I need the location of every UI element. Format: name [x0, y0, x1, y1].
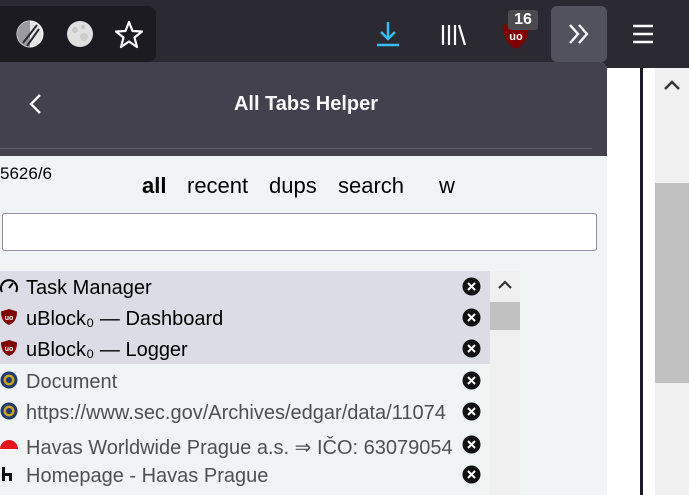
ublock-shield-icon: uo	[0, 308, 18, 326]
nav-all[interactable]: all	[142, 173, 166, 199]
star-bookmark-icon[interactable]	[113, 19, 145, 51]
sec-seal-icon	[0, 402, 18, 420]
tab-count: 5626/6	[0, 164, 52, 183]
tab-title: uBlock₀ — Logger	[26, 339, 188, 361]
tab-title: Document	[26, 371, 118, 393]
list-item[interactable]: uo uBlock₀ — Dashboard	[0, 302, 490, 333]
tab-title: Havas Worldwide Prague a.s. ⇒ IČO: 63079…	[26, 437, 453, 459]
close-icon[interactable]	[462, 465, 481, 484]
moon-globe-icon[interactable]	[64, 18, 96, 50]
privacy-mask-icon[interactable]	[14, 18, 46, 50]
panel-header: All Tabs Helper	[0, 62, 607, 156]
tab-title: https://www.sec.gov/Archives/edgar/data/…	[26, 402, 446, 424]
close-icon[interactable]	[462, 339, 481, 358]
close-icon[interactable]	[462, 435, 481, 454]
search-input[interactable]	[2, 213, 597, 251]
page-scroll-up-icon[interactable]	[658, 72, 686, 100]
hamburger-menu-icon[interactable]	[628, 19, 658, 49]
tab-list-scroll-thumb[interactable]	[490, 302, 520, 330]
library-icon[interactable]	[436, 19, 470, 51]
header-divider	[0, 148, 592, 149]
tab-title: uBlock₀ — Dashboard	[26, 308, 224, 330]
list-item[interactable]: Document	[0, 365, 490, 396]
nav-search[interactable]: search	[338, 173, 404, 199]
ublock-count-badge: 16	[508, 10, 538, 30]
sec-seal-icon	[0, 371, 18, 389]
red-dome-icon	[0, 435, 18, 453]
ublock-shield-icon: uo	[0, 339, 18, 357]
nav-w[interactable]: w	[439, 173, 455, 199]
list-item[interactable]: Homepage - Havas Prague	[0, 459, 490, 490]
download-icon[interactable]	[371, 18, 405, 50]
browser-window: uo 16 All Tabs Helper 5626/6 all recent …	[0, 0, 689, 495]
close-icon[interactable]	[462, 402, 481, 421]
list-item[interactable]: Havas Worldwide Prague a.s. ⇒ IČO: 63079…	[0, 429, 490, 460]
page-divider	[640, 68, 643, 495]
close-icon[interactable]	[462, 277, 481, 296]
list-item[interactable]: Task Manager	[0, 271, 490, 302]
list-scroll-up-icon[interactable]	[494, 274, 516, 296]
svg-text:uo: uo	[5, 315, 14, 322]
havas-h-icon	[0, 465, 18, 483]
tab-title: Task Manager	[26, 277, 152, 299]
browser-toolbar: uo 16	[0, 0, 689, 68]
svg-text:uo: uo	[509, 31, 523, 43]
svg-text:uo: uo	[5, 346, 14, 353]
close-icon[interactable]	[462, 371, 481, 390]
overflow-chevrons-icon	[564, 19, 594, 49]
list-item[interactable]: https://www.sec.gov/Archives/edgar/data/…	[0, 396, 490, 427]
nav-recent[interactable]: recent	[187, 173, 248, 199]
gauge-icon	[0, 277, 18, 295]
tab-title: Homepage - Havas Prague	[26, 465, 269, 487]
nav-dups[interactable]: dups	[269, 173, 317, 199]
overflow-menu-button[interactable]	[551, 6, 607, 62]
panel-title: All Tabs Helper	[233, 93, 379, 115]
page-scroll-thumb[interactable]	[655, 183, 689, 383]
list-item[interactable]: uo uBlock₀ — Logger	[0, 333, 490, 364]
tab-list: Task Manager uo uBlock₀ — Dashboard uo u…	[0, 271, 490, 495]
close-icon[interactable]	[462, 308, 481, 327]
